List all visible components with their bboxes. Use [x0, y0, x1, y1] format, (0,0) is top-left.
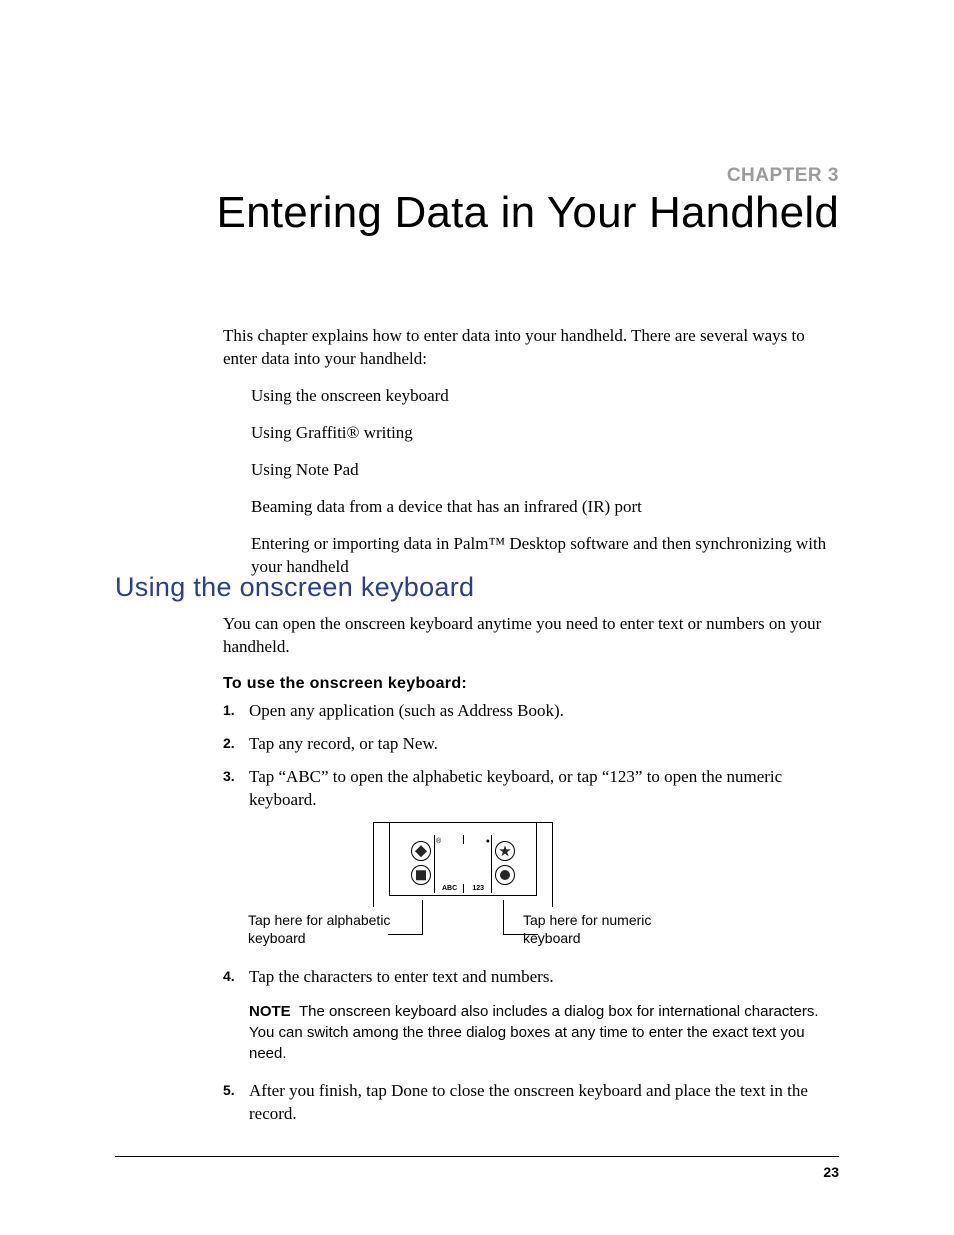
step-text: Open any application (such as Address Bo…	[249, 701, 564, 720]
step-number: 4.	[223, 967, 235, 986]
tick-top	[463, 835, 464, 844]
bullet-item: Using Note Pad	[251, 459, 839, 482]
steps-list: 1. Open any application (such as Address …	[223, 700, 839, 812]
home-icon	[411, 841, 431, 861]
intro-block: This chapter explains how to enter data …	[223, 325, 839, 593]
callout-left: Tap here for alphabetic keyboard	[248, 912, 418, 947]
procedure-subhead: To use the onscreen keyboard:	[223, 673, 839, 695]
device-outline: ® ● ABC 123	[373, 822, 553, 907]
callout-right: Tap here for numeric keyboard	[523, 912, 693, 947]
step-text: Tap any record, or tap New.	[249, 734, 438, 753]
chapter-title: Entering Data in Your Handheld	[217, 188, 839, 238]
callout-line	[503, 900, 504, 935]
find-icon	[495, 865, 515, 885]
num-label: 123	[472, 884, 484, 893]
figure: ® ● ABC 123 Tap here for alphabetic keyb…	[223, 822, 839, 952]
steps-list-cont2: 5. After you finish, tap Done to close th…	[223, 1080, 839, 1126]
section-heading: Using the onscreen keyboard	[115, 572, 474, 603]
bullet-item: Using the onscreen keyboard	[251, 385, 839, 408]
document-page: CHAPTER 3 Entering Data in Your Handheld…	[0, 0, 954, 1235]
bullet-item: Using Graffiti® writing	[251, 422, 839, 445]
left-icon-column	[411, 841, 431, 889]
step-text: Tap the characters to enter text and num…	[249, 967, 554, 986]
step-number: 5.	[223, 1081, 235, 1100]
page-number: 23	[823, 1164, 839, 1180]
step-number: 3.	[223, 767, 235, 786]
menu-icon	[411, 865, 431, 885]
steps-list-cont: 4. Tap the characters to enter text and n…	[223, 966, 839, 989]
step-item: 2. Tap any record, or tap New.	[223, 733, 839, 756]
section-body: You can open the onscreen keyboard anyti…	[223, 613, 839, 1136]
step-number: 1.	[223, 701, 235, 720]
footer-rule	[115, 1156, 839, 1157]
tick-bottom	[463, 884, 464, 893]
callout-line	[422, 900, 423, 935]
note-label: NOTE	[249, 1003, 291, 1020]
note-block: NOTE The onscreen keyboard also includes…	[249, 1001, 839, 1064]
chapter-label: CHAPTER 3	[727, 165, 839, 187]
abc-label: ABC	[442, 884, 457, 893]
bullet-item: Beaming data from a device that has an i…	[251, 496, 839, 519]
favorite-icon	[495, 841, 515, 861]
note-text: The onscreen keyboard also includes a di…	[249, 1003, 819, 1062]
step-number: 2.	[223, 734, 235, 753]
step-item: 1. Open any application (such as Address …	[223, 700, 839, 723]
bullet-list: Using the onscreen keyboard Using Graffi…	[223, 385, 839, 579]
right-icon-column	[495, 841, 515, 889]
intro-paragraph: This chapter explains how to enter data …	[223, 325, 839, 371]
step-text: After you finish, tap Done to close the …	[249, 1081, 808, 1123]
section-intro: You can open the onscreen keyboard anyti…	[223, 613, 839, 659]
graffiti-area: ® ● ABC 123	[389, 823, 537, 896]
step-item: 5. After you finish, tap Done to close th…	[223, 1080, 839, 1126]
step-item: 4. Tap the characters to enter text and n…	[223, 966, 839, 989]
step-item: 3. Tap “ABC” to open the alphabetic keybo…	[223, 766, 839, 812]
step-text: Tap “ABC” to open the alphabetic keyboar…	[249, 767, 782, 809]
